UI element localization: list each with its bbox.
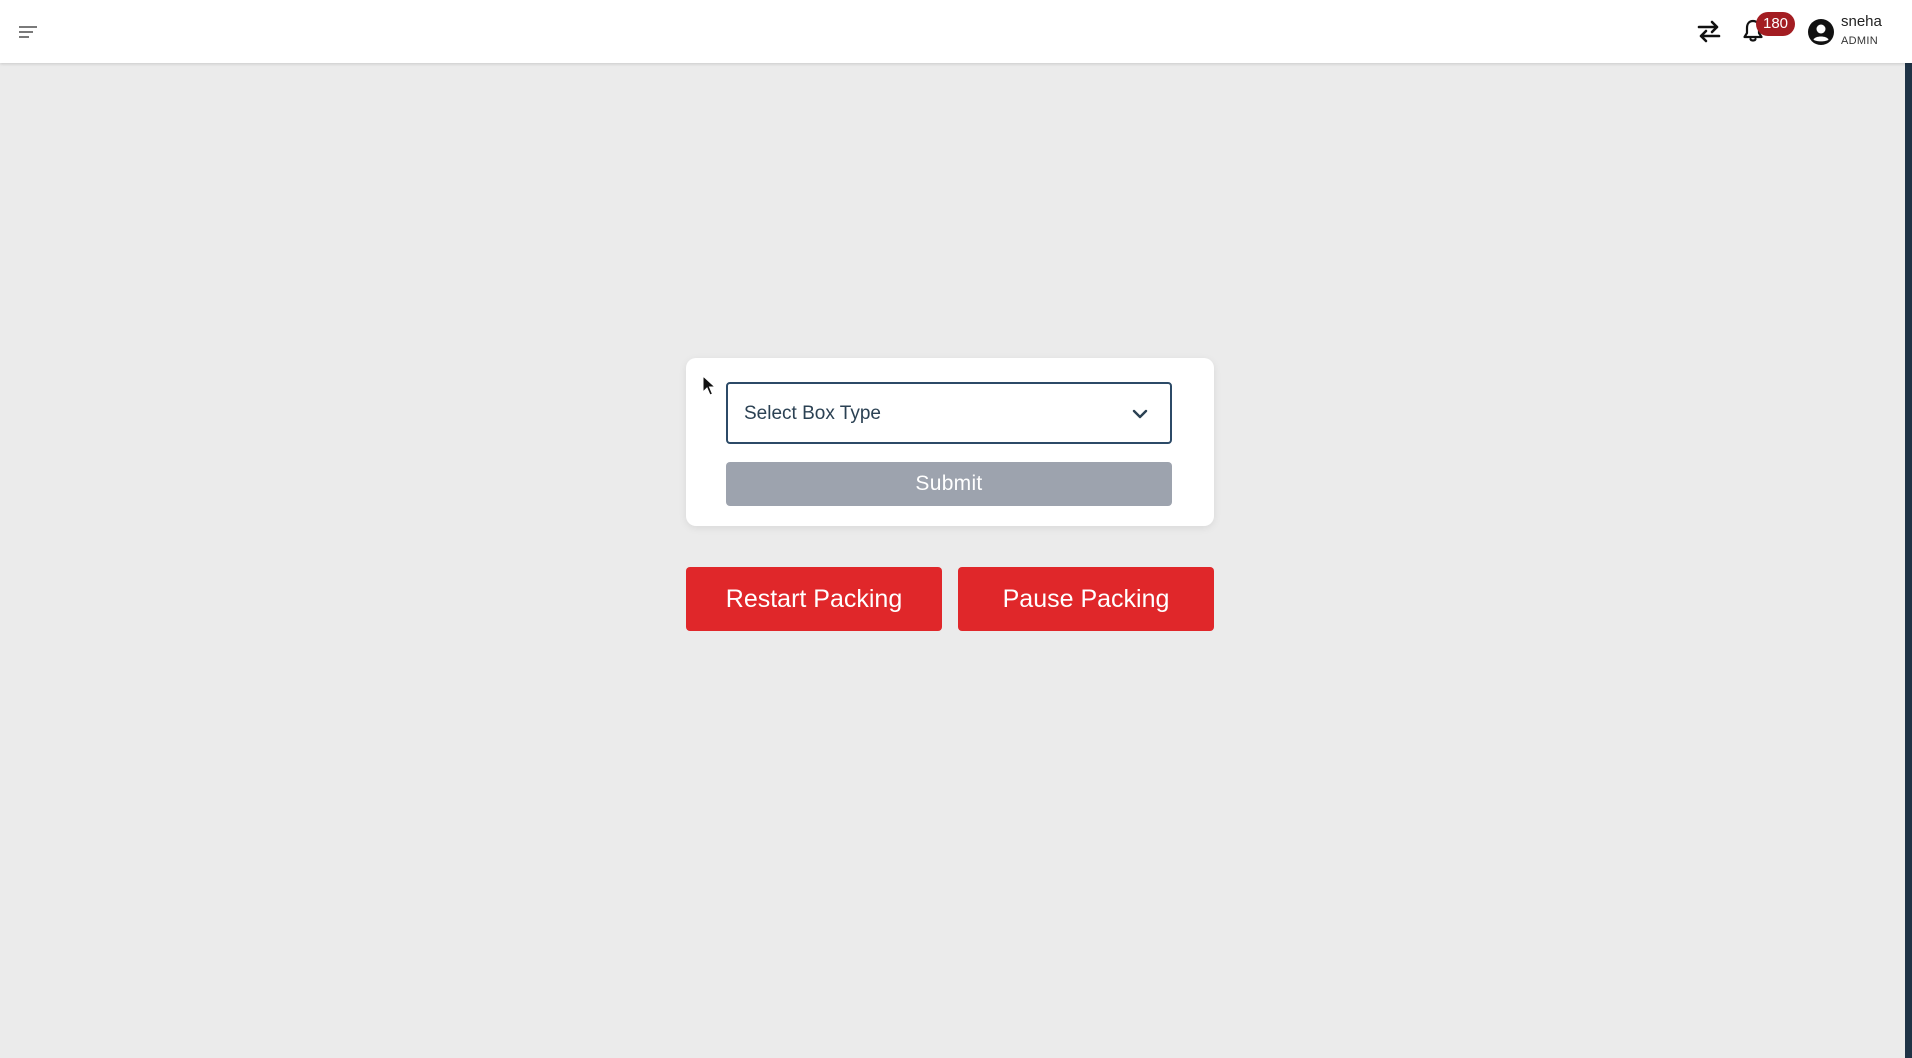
notification-count-badge: 180 (1756, 12, 1796, 36)
restart-packing-button[interactable]: Restart Packing (686, 567, 942, 631)
scrollbar[interactable] (1905, 63, 1912, 1058)
box-type-select[interactable]: Select Box Type (726, 382, 1172, 444)
select-placeholder: Select Box Type (744, 403, 881, 424)
swap-arrows-icon[interactable] (1694, 16, 1724, 46)
top-app-bar: 180 sneha ADMIN (0, 0, 1912, 63)
submit-button[interactable]: Submit (726, 462, 1172, 506)
account-circle-icon[interactable] (1806, 17, 1836, 47)
user-role: ADMIN (1841, 35, 1878, 47)
mouse-pointer-icon (702, 375, 716, 396)
user-name: sneha (1841, 13, 1882, 30)
pause-packing-button[interactable]: Pause Packing (958, 567, 1214, 631)
hamburger-menu-icon[interactable] (16, 20, 40, 44)
box-type-card: Select Box Type Submit (686, 358, 1214, 526)
chevron-down-icon (1130, 404, 1150, 424)
